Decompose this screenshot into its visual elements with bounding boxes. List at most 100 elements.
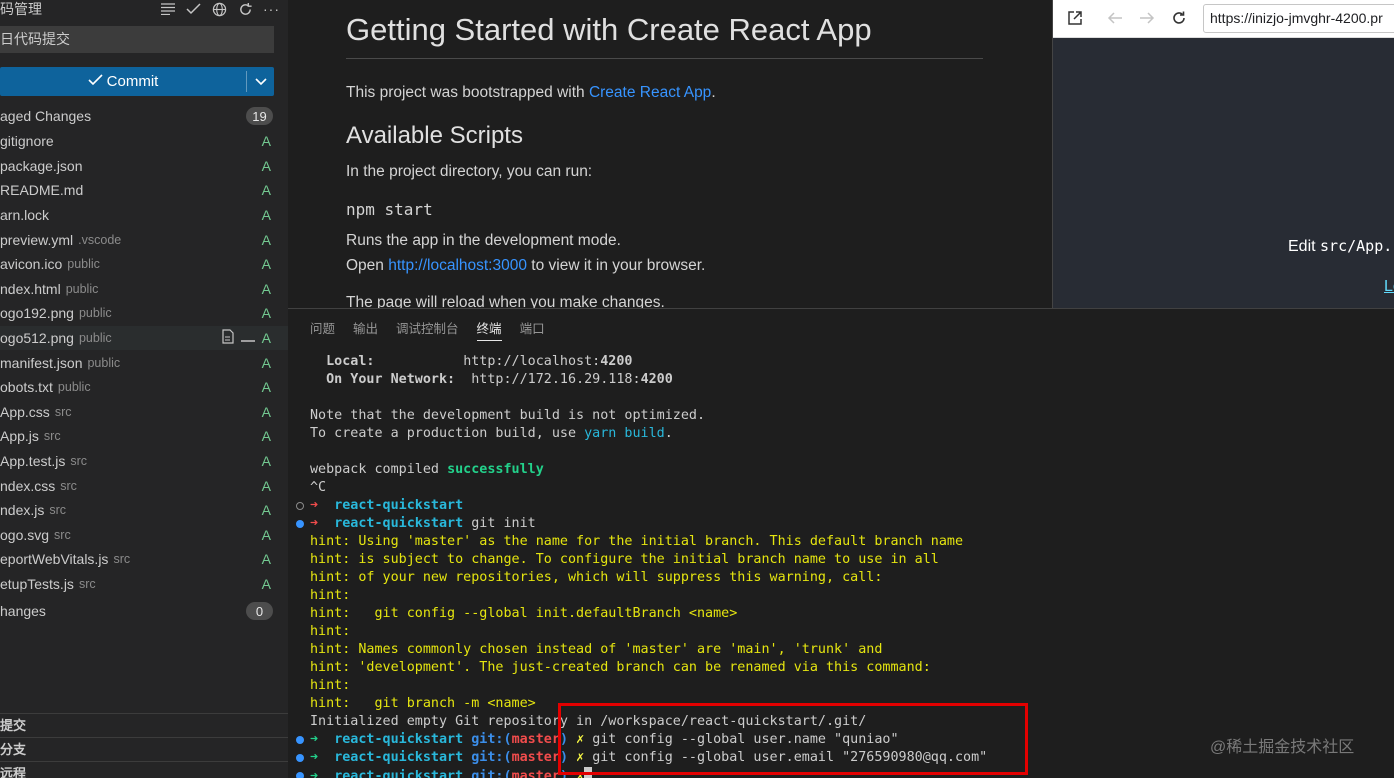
section-commits[interactable]: 提交 xyxy=(0,713,288,737)
tab-terminal[interactable]: 终端 xyxy=(476,309,511,347)
file-row[interactable]: eportWebVitals.js src A xyxy=(0,547,288,572)
open-external-icon[interactable] xyxy=(1065,8,1085,28)
file-row[interactable]: ndex.css src A xyxy=(0,473,288,498)
watermark: @稀土掘金技术社区 xyxy=(1210,739,1355,756)
globe-icon[interactable] xyxy=(211,1,228,18)
prompt-line: ➜ react-quickstart xyxy=(288,497,1394,515)
prompt-line: ➜ react-quickstart git:(master) ✗ xyxy=(288,767,1394,778)
source-control-header: 码管理 ··· xyxy=(0,0,288,18)
file-row[interactable]: ogo512.png public A xyxy=(0,325,288,351)
terminal-line: On Your Network: http://172.16.29.118:42… xyxy=(288,371,1394,389)
file-status-added: A xyxy=(261,379,271,396)
local-url: http://localhost: xyxy=(463,354,601,369)
file-row[interactable]: avicon.ico public A xyxy=(0,252,288,277)
file-row[interactable]: App.test.js src A xyxy=(0,449,288,474)
prompt-dir: react-quickstart xyxy=(334,732,464,747)
branch-name: master xyxy=(511,732,560,747)
file-status-added: A xyxy=(261,133,271,150)
browser-url-input[interactable]: https://inizjo-jmvghr-4200.pr xyxy=(1203,4,1394,33)
file-row[interactable]: ogo192.png public A xyxy=(0,301,288,326)
prompt-arrow-icon: ➜ xyxy=(310,732,319,747)
file-name: obots.txt xyxy=(0,379,53,396)
forward-arrow-icon[interactable] xyxy=(1137,8,1157,28)
git-close: ) xyxy=(559,769,568,778)
unstage-icon[interactable] xyxy=(241,330,255,346)
section-remotes[interactable]: 远程 xyxy=(0,761,288,778)
runs-text: Runs the app in the development mode. xyxy=(346,232,621,249)
create-react-app-link[interactable]: Create React App xyxy=(589,84,711,101)
reload-icon[interactable] xyxy=(1169,8,1189,28)
source-control-actions: ··· xyxy=(159,0,280,18)
commit-check-icon[interactable] xyxy=(185,1,202,18)
open-file-icon[interactable] xyxy=(221,329,235,347)
tab-ports[interactable]: 端口 xyxy=(520,309,554,347)
source-control-title: 码管理 xyxy=(0,1,42,17)
reload-text: The page will reload when you make chang… xyxy=(346,294,665,308)
file-row[interactable]: README.md A xyxy=(0,178,288,203)
file-name: ogo192.png xyxy=(0,305,74,322)
file-name: App.css xyxy=(0,403,50,420)
file-name: ogo.svg xyxy=(0,526,50,543)
learn-react-link[interactable]: Le xyxy=(1384,278,1394,296)
file-path: public xyxy=(78,331,112,346)
commit-dropdown-button[interactable] xyxy=(247,67,274,96)
localhost-link[interactable]: http://localhost:3000 xyxy=(388,257,527,274)
changes-label: hanges xyxy=(0,603,46,620)
file-path: src xyxy=(78,577,96,592)
commit-button[interactable]: Commit xyxy=(0,67,274,96)
tab-output[interactable]: 输出 xyxy=(353,309,387,347)
file-row[interactable]: package.json A xyxy=(0,154,288,179)
file-row[interactable]: gitignore A xyxy=(0,129,288,154)
terminal-line: Initialized empty Git repository in /wor… xyxy=(310,714,867,729)
hint-line: hint: git config --global init.defaultBr… xyxy=(310,606,738,621)
view-as-tree-icon[interactable] xyxy=(159,1,176,18)
file-status-added: A xyxy=(261,477,271,494)
scripts-heading: Available Scripts xyxy=(346,122,523,149)
file-name: preview.yml xyxy=(0,231,74,248)
file-name: arn.lock xyxy=(0,207,50,224)
edit-instruction: Edit src/App. xyxy=(1288,237,1392,256)
file-status-added: A xyxy=(261,576,271,593)
commit-main-button[interactable]: Commit xyxy=(0,67,246,96)
branch-name: master xyxy=(511,769,560,778)
file-row[interactable]: ndex.js src A xyxy=(0,498,288,523)
file-name: manifest.json xyxy=(0,354,83,371)
file-path: src xyxy=(70,454,88,469)
hint-line: hint: git branch -m <name> xyxy=(310,696,536,711)
terminal-output[interactable]: Local: http://localhost:4200 On Your Net… xyxy=(288,353,1394,778)
changes-header[interactable]: hanges 0 xyxy=(0,599,288,624)
refresh-icon[interactable] xyxy=(237,1,254,18)
file-row[interactable]: etupTests.js src A xyxy=(0,572,288,597)
file-row[interactable]: obots.txt public A xyxy=(0,375,288,400)
file-row[interactable]: arn.lock A xyxy=(0,203,288,228)
tab-debug-console[interactable]: 调试控制台 xyxy=(396,309,468,347)
file-row[interactable]: App.js src A xyxy=(0,424,288,449)
file-name: ogo512.png xyxy=(0,330,74,347)
create-end: . xyxy=(664,426,673,441)
file-row[interactable]: ogo.svg src A xyxy=(0,523,288,548)
commit-message-input[interactable]: 日代码提交 xyxy=(0,26,274,53)
file-row[interactable]: App.css src A xyxy=(0,400,288,425)
npm-start-heading: npm start xyxy=(346,200,433,219)
file-row[interactable]: manifest.json public A xyxy=(0,350,288,375)
prompt-arrow-icon: ➜ xyxy=(310,769,319,778)
file-row[interactable]: ndex.html public A xyxy=(0,277,288,302)
open-text: Open xyxy=(346,257,389,274)
more-actions-icon[interactable]: ··· xyxy=(263,1,280,18)
file-row[interactable]: preview.yml .vscode A xyxy=(0,227,288,252)
prompt-arrow-icon: ➜ xyxy=(310,750,319,765)
webpack-status: successfully xyxy=(447,462,544,477)
webpack-text: webpack compiled xyxy=(310,462,448,477)
file-status-added: A xyxy=(261,502,271,519)
hint-line: hint: Names commonly chosen instead of '… xyxy=(310,642,883,657)
prompt-line: ➜ react-quickstart git init xyxy=(288,515,1394,533)
back-arrow-icon[interactable] xyxy=(1105,8,1125,28)
file-name: gitignore xyxy=(0,133,54,150)
file-name: eportWebVitals.js xyxy=(0,551,109,568)
file-path: src xyxy=(49,503,67,518)
staged-changes-header[interactable]: aged Changes 19 xyxy=(0,104,288,129)
section-branches[interactable]: 分支 xyxy=(0,737,288,761)
file-name: ndex.js xyxy=(0,502,45,519)
tab-problems[interactable]: 问题 xyxy=(310,309,344,347)
file-status-added: A xyxy=(261,182,271,199)
